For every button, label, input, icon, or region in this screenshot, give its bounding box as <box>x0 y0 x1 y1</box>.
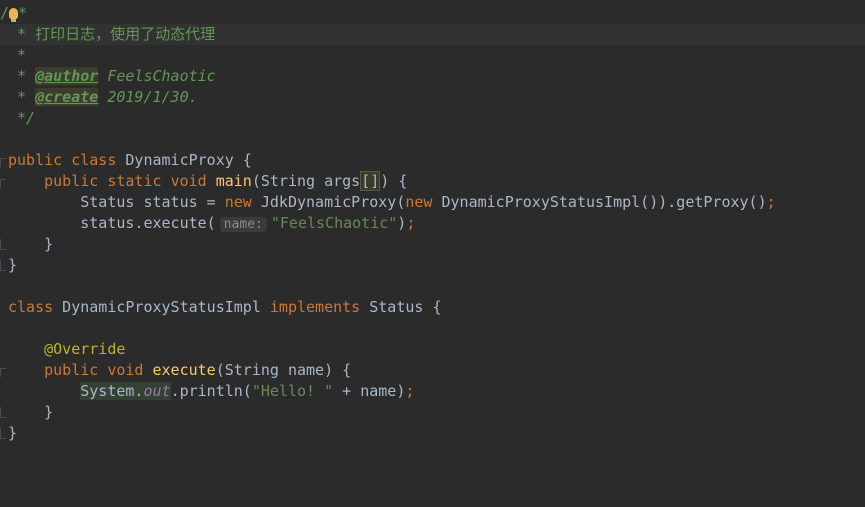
keyword: new <box>405 193 433 211</box>
class-declaration: DynamicProxy { <box>116 151 252 169</box>
keyword: void <box>170 172 207 190</box>
fold-marker-icon[interactable] <box>0 428 6 439</box>
closing-brace: } <box>8 403 54 421</box>
code-line-19[interactable]: System.out.println("Hello! " + name); <box>0 381 865 402</box>
comment-star: * <box>18 4 28 22</box>
fold-marker-icon[interactable] <box>0 260 6 271</box>
javadoc-author-value: FeelsChaotic <box>98 67 216 85</box>
code-line-12[interactable]: } <box>0 234 865 255</box>
fold-marker-icon[interactable] <box>0 368 6 377</box>
annotation: @Override <box>44 340 126 358</box>
params: (String args <box>251 172 361 190</box>
code-editor[interactable]: / * * 打印日志，使用了动态代理 * * @author FeelsChaot… <box>0 0 865 453</box>
keyword: void <box>107 361 144 379</box>
code-line-2[interactable]: * 打印日志，使用了动态代理 <box>0 24 865 45</box>
comment-slash: / <box>0 4 10 22</box>
comment-star: * <box>8 25 36 43</box>
code-line-5[interactable]: * @create 2019/1/30. <box>0 87 865 108</box>
code-line-1[interactable]: / * <box>0 3 865 24</box>
code-line-15[interactable]: class DynamicProxyStatusImpl implements … <box>0 297 865 318</box>
matched-bracket: [] <box>360 171 381 191</box>
code-text: Status status = <box>80 193 225 211</box>
code-line-6[interactable]: */ <box>0 108 865 129</box>
comment-star: * <box>8 88 36 106</box>
string-literal: "Hello! " <box>251 382 334 400</box>
keyword: new <box>224 193 252 211</box>
javadoc-tag-create: @create <box>35 88 99 106</box>
keyword: class <box>8 298 54 316</box>
fold-marker-icon[interactable] <box>0 179 6 188</box>
code-text: + name) <box>333 382 406 400</box>
static-field: out <box>143 382 171 400</box>
comment-end: */ <box>8 109 36 127</box>
closing-brace: } <box>8 235 54 253</box>
params: (String name) { <box>215 361 352 379</box>
string-literal: "FeelsChaotic" <box>270 214 398 232</box>
lightbulb-icon[interactable] <box>9 8 19 22</box>
javadoc-tag-author: @author <box>35 67 99 85</box>
code-line-20[interactable]: } <box>0 402 865 423</box>
code-text: status.execute( <box>80 214 216 232</box>
code-line-3[interactable]: * <box>0 45 865 66</box>
code-text: JdkDynamicProxy( <box>251 193 406 211</box>
code-line-11[interactable]: status.execute(name: "FeelsChaotic"); <box>0 213 865 234</box>
closing-brace: } <box>8 424 18 442</box>
code-line-21[interactable]: } <box>0 423 865 444</box>
code-line-17[interactable]: @Override <box>0 339 865 360</box>
comment-star: * <box>8 67 36 85</box>
keyword: class <box>71 151 117 169</box>
fold-marker-icon[interactable] <box>0 158 6 167</box>
params: ) { <box>380 172 408 190</box>
javadoc-create-value: 2019/1/30. <box>98 88 198 106</box>
code-line-18[interactable]: public void execute(String name) { <box>0 360 865 381</box>
keyword: implements <box>269 298 361 316</box>
class-declaration: DynamicProxyStatusImpl <box>53 298 270 316</box>
semicolon: ; <box>406 214 416 232</box>
keyword: public <box>44 361 99 379</box>
semicolon: ; <box>405 382 415 400</box>
closing-brace: } <box>8 256 18 274</box>
code-line-4[interactable]: * @author FeelsChaotic <box>0 66 865 87</box>
fold-marker-icon[interactable] <box>0 239 6 250</box>
code-line-13[interactable]: } <box>0 255 865 276</box>
keyword: public <box>44 172 99 190</box>
parameter-hint: name: <box>219 217 267 232</box>
code-line-9[interactable]: public static void main(String args[]) { <box>0 171 865 192</box>
semicolon: ; <box>766 193 776 211</box>
code-text: System. <box>80 382 144 400</box>
comment-star: * <box>8 46 27 64</box>
code-line-10[interactable]: Status status = new JdkDynamicProxy(new … <box>0 192 865 213</box>
code-text: DynamicProxyStatusImpl()).getProxy() <box>432 193 767 211</box>
code-line-8[interactable]: public class DynamicProxy { <box>0 150 865 171</box>
fold-marker-icon[interactable] <box>0 407 6 418</box>
keyword: static <box>107 172 162 190</box>
comment-text: 打印日志，使用了动态代理 <box>35 25 216 43</box>
keyword: public <box>8 151 63 169</box>
method-name: main <box>215 172 252 190</box>
method-name: execute <box>152 361 216 379</box>
code-text: .println( <box>170 382 252 400</box>
code-text: Status { <box>360 298 442 316</box>
code-text: ) <box>397 214 407 232</box>
